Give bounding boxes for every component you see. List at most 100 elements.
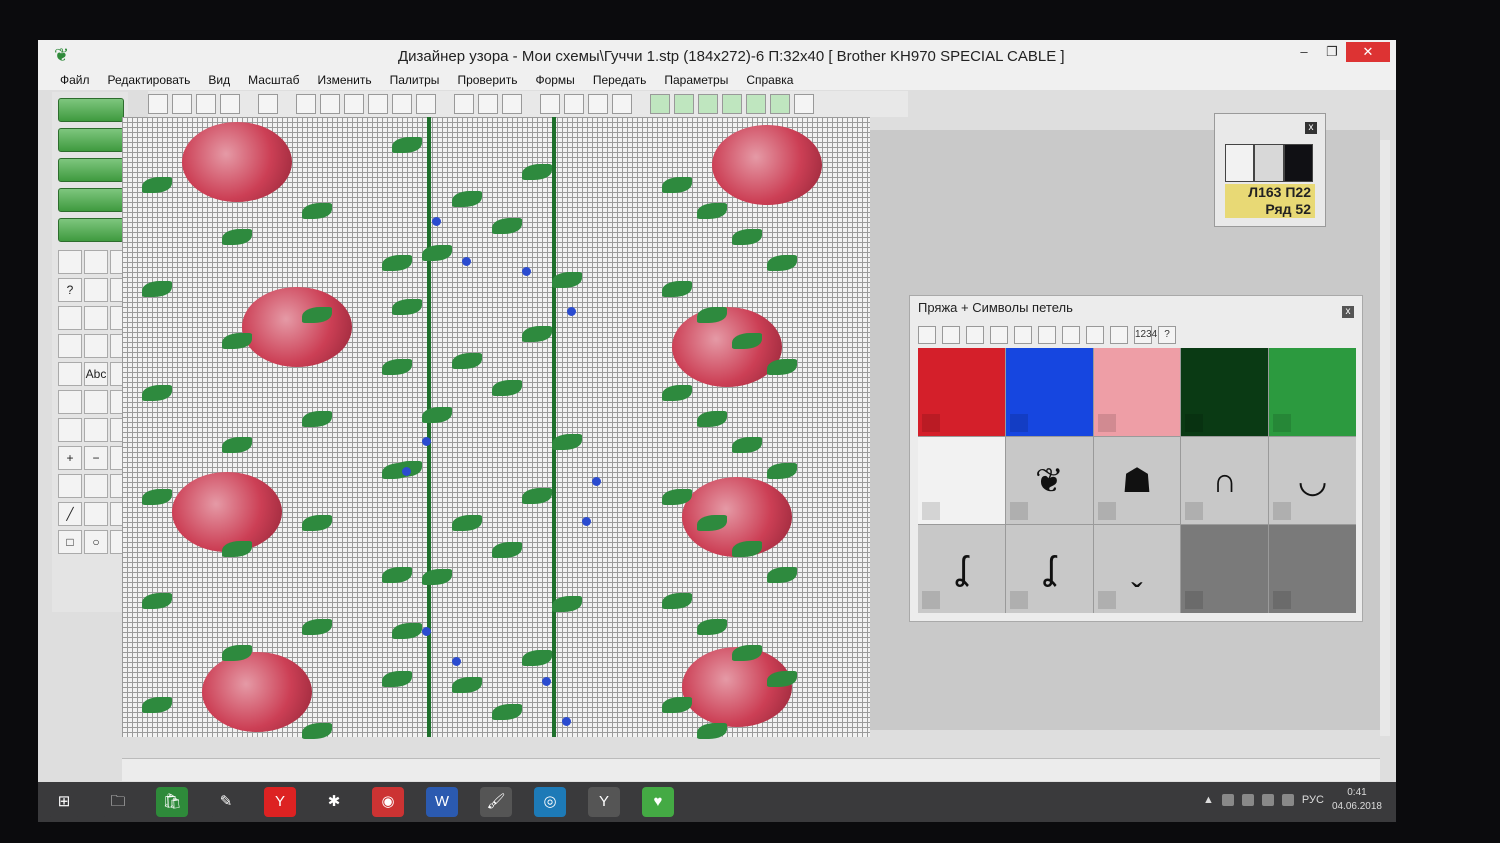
brush-icon[interactable]: 🖌: [480, 787, 512, 817]
stitch-symbol-cell[interactable]: ∩: [1181, 436, 1269, 525]
stamp-icon[interactable]: [84, 306, 108, 330]
grid2-icon[interactable]: [478, 94, 498, 114]
zoom-select-icon[interactable]: [220, 94, 240, 114]
stitch-symbol-cell[interactable]: ʆ: [1005, 525, 1093, 613]
rotate-icon[interactable]: [698, 94, 718, 114]
vertical-scrollbar[interactable]: [1380, 140, 1390, 736]
zoom-out-icon[interactable]: [172, 94, 192, 114]
yarn-color-cell[interactable]: [1181, 348, 1269, 436]
checker-icon[interactable]: [58, 390, 82, 414]
bluetooth-icon[interactable]: [1221, 794, 1234, 806]
menu-zoom[interactable]: Масштаб: [248, 70, 299, 90]
v-line-icon[interactable]: [320, 94, 340, 114]
cut-icon[interactable]: [58, 306, 82, 330]
knit-icon[interactable]: [770, 94, 790, 114]
dup-icon[interactable]: [722, 94, 742, 114]
blank2-icon[interactable]: [84, 502, 108, 526]
minimize-button[interactable]: –: [1290, 42, 1318, 62]
grid-a-icon[interactable]: [1086, 326, 1104, 344]
grid-icon[interactable]: [344, 94, 364, 114]
yandex-icon[interactable]: Y: [264, 787, 296, 817]
table1-icon[interactable]: [58, 334, 82, 358]
designaknit-icon[interactable]: ♥: [642, 787, 674, 817]
indicator-close-button[interactable]: x: [1305, 122, 1317, 134]
language-indicator[interactable]: РУС: [1302, 794, 1324, 806]
circle-icon[interactable]: ○: [84, 530, 108, 554]
h-line-icon[interactable]: [296, 94, 316, 114]
menu-settings[interactable]: Параметры: [664, 70, 728, 90]
blank-icon[interactable]: [84, 418, 108, 442]
pencil-icon[interactable]: [392, 94, 412, 114]
sort-icon[interactable]: [1062, 326, 1080, 344]
brush-fill-icon[interactable]: [58, 362, 82, 386]
antivirus-icon[interactable]: [1241, 794, 1254, 806]
palette-icon[interactable]: [454, 94, 474, 114]
menu-file[interactable]: Файл: [60, 70, 90, 90]
heart-pattern-icon[interactable]: [58, 158, 124, 182]
pattern-canvas[interactable]: [122, 117, 870, 739]
checker2-icon[interactable]: [84, 390, 108, 414]
palette1-icon[interactable]: [918, 326, 936, 344]
open-icon[interactable]: [58, 250, 82, 274]
help-icon[interactable]: ?: [1158, 326, 1176, 344]
save-icon[interactable]: [84, 250, 108, 274]
page-icon[interactable]: [258, 94, 278, 114]
yarn-panel-close-button[interactable]: x: [1342, 306, 1354, 318]
copy-icon[interactable]: [746, 94, 766, 114]
table2-icon[interactable]: [84, 334, 108, 358]
help-icon[interactable]: ?: [58, 278, 82, 302]
line-icon[interactable]: ╱: [58, 502, 82, 526]
numbers-icon[interactable]: 1234: [1134, 326, 1157, 344]
zoom-fit-icon[interactable]: [196, 94, 216, 114]
next-icon[interactable]: [990, 326, 1008, 344]
menu-edit[interactable]: Редактировать: [108, 70, 191, 90]
volume-icon[interactable]: [1281, 794, 1294, 806]
check-icon[interactable]: [794, 94, 814, 114]
rect-select-icon[interactable]: [564, 94, 584, 114]
pencil-tool-icon[interactable]: [58, 474, 82, 498]
stitch-symbol-cell[interactable]: [1181, 525, 1269, 613]
pattern-icon[interactable]: [368, 94, 388, 114]
yarn-color-cell[interactable]: [1093, 348, 1181, 436]
grid-b-icon[interactable]: [1110, 326, 1128, 344]
menu-modify[interactable]: Изменить: [317, 70, 371, 90]
explorer-icon[interactable]: 🗀: [102, 787, 134, 817]
stitch-symbol-cell[interactable]: ˬ: [1093, 525, 1181, 613]
tray-arrow-icon[interactable]: ▲: [1203, 794, 1214, 806]
chart-icon[interactable]: [58, 128, 124, 152]
store-icon[interactable]: 🛍: [156, 787, 188, 817]
stitch-symbol-cell[interactable]: ☗: [1093, 436, 1181, 525]
folder-icon[interactable]: [1038, 326, 1056, 344]
menu-view[interactable]: Вид: [208, 70, 230, 90]
start-icon[interactable]: ⊞: [48, 787, 80, 817]
stitch-symbol-cell[interactable]: ʆ: [918, 525, 1005, 613]
stitch-symbol-cell[interactable]: [1269, 525, 1356, 613]
menu-help[interactable]: Справка: [746, 70, 793, 90]
menu-palettes[interactable]: Палитры: [390, 70, 440, 90]
flip-h-icon[interactable]: [650, 94, 670, 114]
cross-icon[interactable]: [502, 94, 522, 114]
word-icon[interactable]: W: [426, 787, 458, 817]
screen-icon[interactable]: [58, 218, 124, 242]
move-select-icon[interactable]: [588, 94, 608, 114]
frame-select-icon[interactable]: [612, 94, 632, 114]
menu-shapes[interactable]: Формы: [535, 70, 574, 90]
stitch-symbol-cell[interactable]: ❦: [1005, 436, 1093, 525]
clock[interactable]: 0:41 04.06.2018: [1332, 786, 1382, 814]
cable-icon[interactable]: [58, 188, 124, 212]
zoom-in-icon[interactable]: [148, 94, 168, 114]
network-icon[interactable]: [1261, 794, 1274, 806]
yandex2-icon[interactable]: Y: [588, 787, 620, 817]
menu-transfer[interactable]: Передать: [593, 70, 647, 90]
move-icon[interactable]: [58, 418, 82, 442]
maximize-button[interactable]: ❐: [1318, 42, 1346, 62]
disc-icon[interactable]: ◎: [534, 787, 566, 817]
menu-check[interactable]: Проверить: [457, 70, 517, 90]
chrome-icon[interactable]: ◉: [372, 787, 404, 817]
palette2-icon[interactable]: [942, 326, 960, 344]
paint-icon[interactable]: ✱: [318, 787, 350, 817]
paint-icon[interactable]: [84, 474, 108, 498]
notepad-icon[interactable]: ✎: [210, 787, 242, 817]
yarn-color-cell[interactable]: [1269, 348, 1356, 436]
minus-icon[interactable]: −: [84, 446, 108, 470]
